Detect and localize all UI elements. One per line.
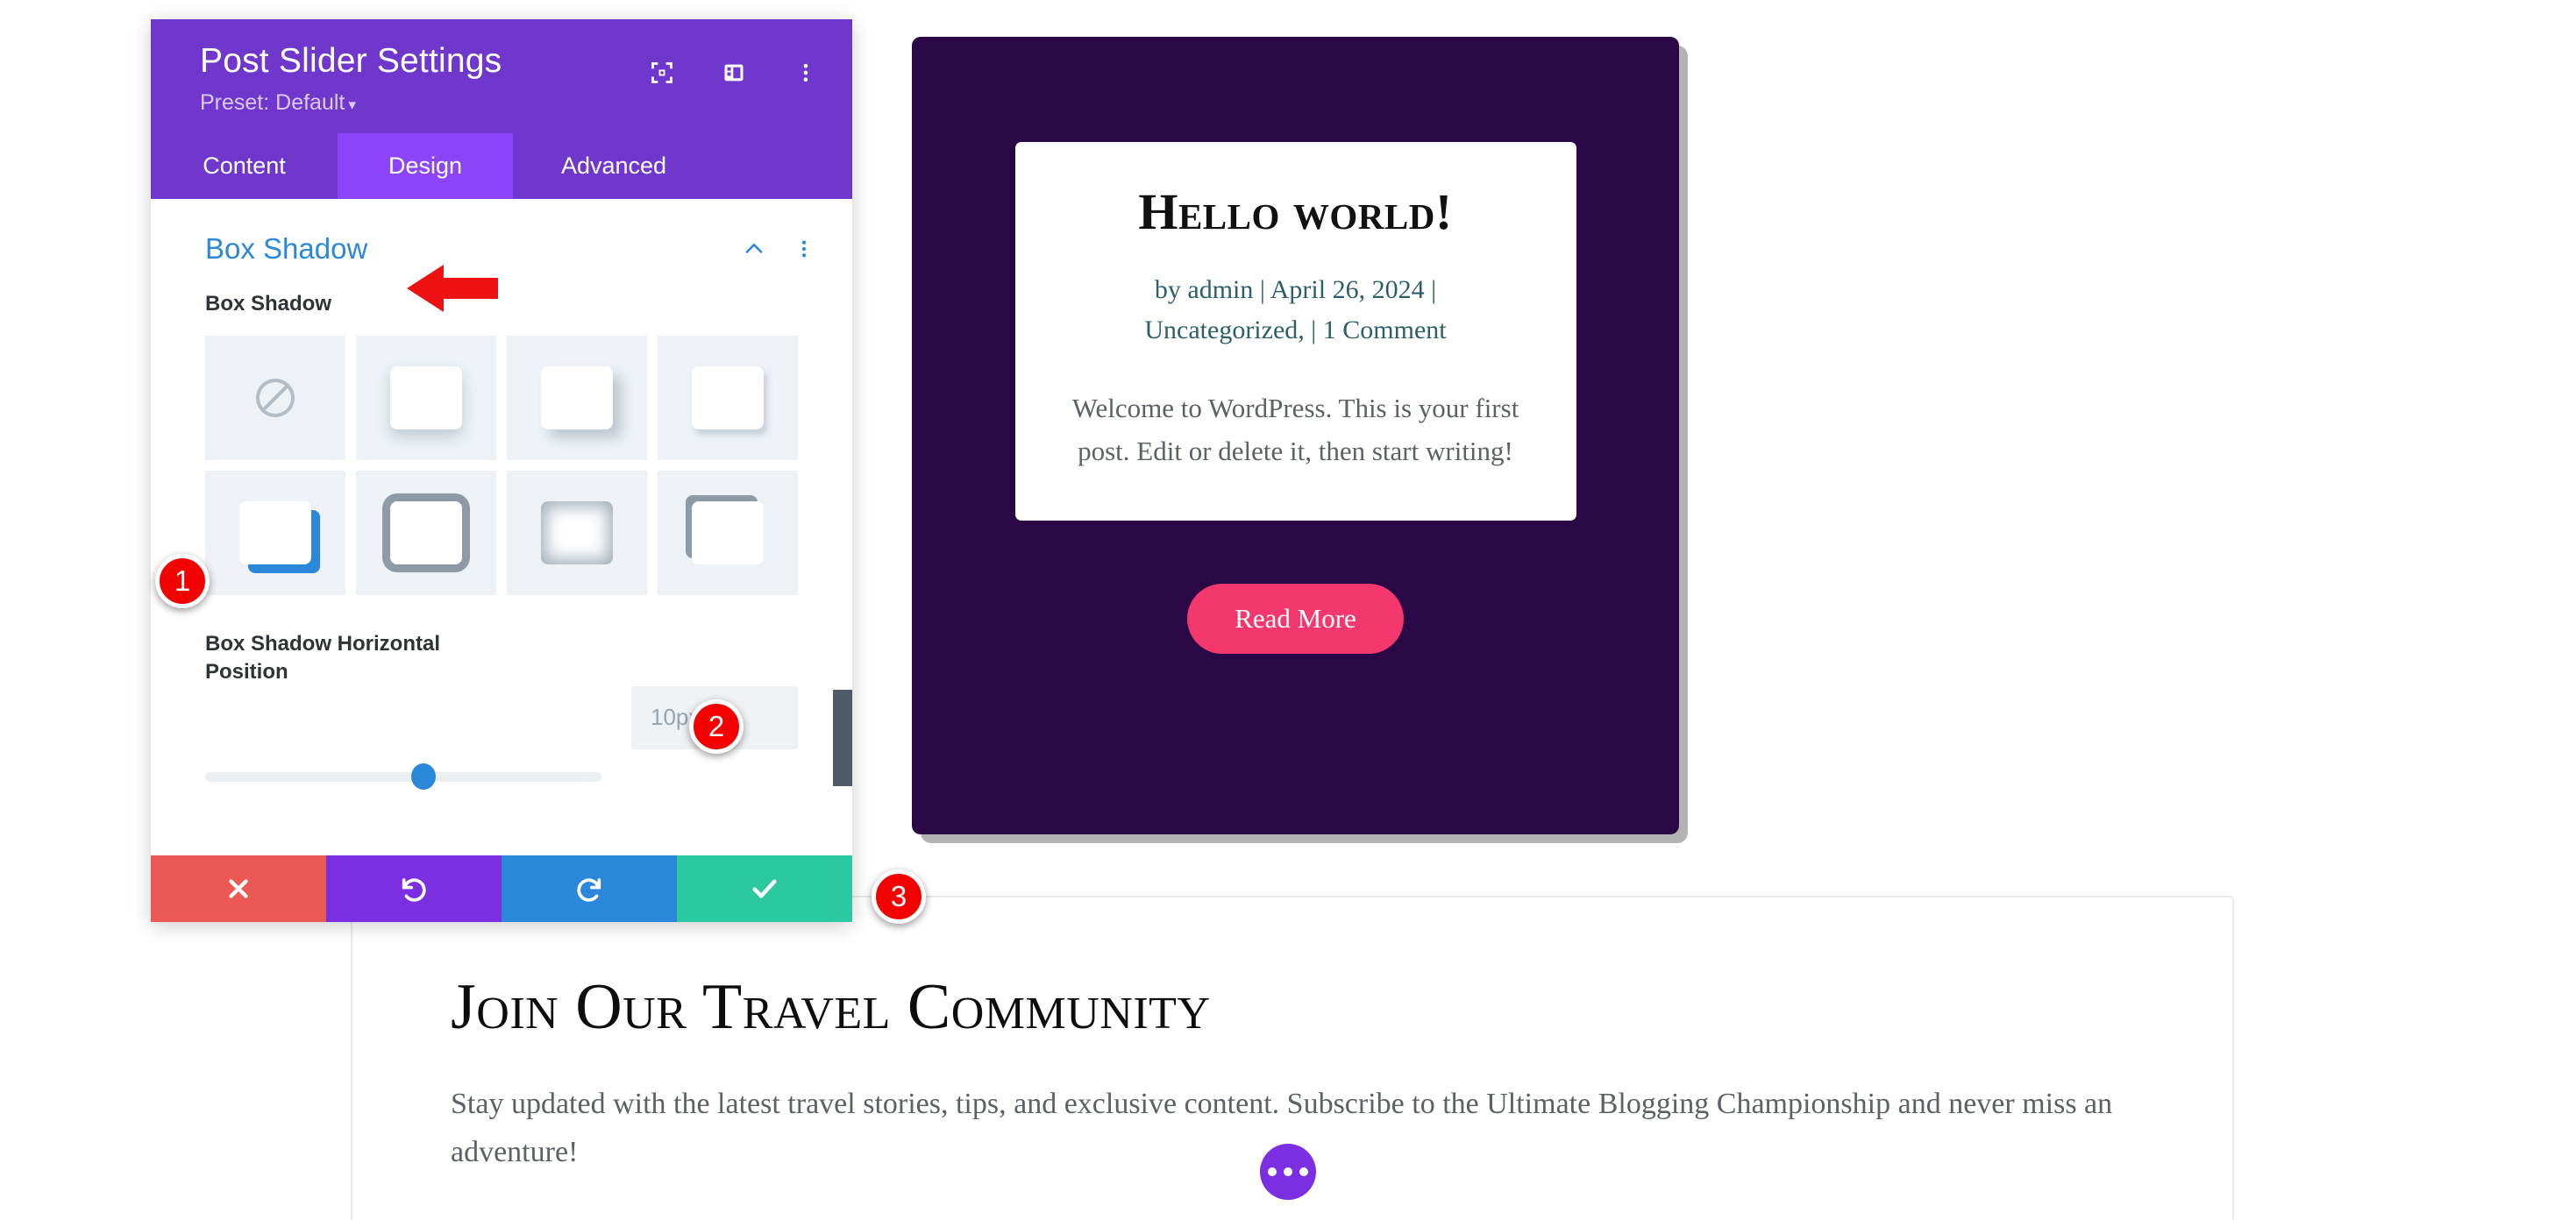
tab-advanced[interactable]: Advanced xyxy=(513,132,715,199)
section-options-icon[interactable] xyxy=(793,238,815,260)
box-shadow-field-label: Box Shadow xyxy=(205,291,332,316)
preset-swatch xyxy=(239,500,311,564)
preset-selector[interactable]: Preset: Default ▾ xyxy=(200,90,821,116)
preset-swatch xyxy=(541,365,613,429)
panel-action-bar xyxy=(151,855,852,922)
horizontal-position-label: Box Shadow Horizontal Position xyxy=(205,631,441,684)
panel-header-icons xyxy=(649,60,819,86)
read-more-button[interactable]: Read More xyxy=(1187,583,1404,654)
post-slider-settings-panel: Post Slider Settings Preset: Default ▾ C… xyxy=(151,19,852,922)
undo-button[interactable] xyxy=(326,855,502,922)
horizontal-position-slider[interactable] xyxy=(205,763,601,791)
page-top-strip xyxy=(0,0,2576,9)
content-section-title: Join Our Travel Community xyxy=(451,971,1211,1043)
preset-small-offset[interactable] xyxy=(658,335,798,460)
layout-panel-icon[interactable] xyxy=(721,60,747,86)
focus-target-icon[interactable] xyxy=(649,60,675,86)
post-slider-module[interactable]: Hello world! by admin | April 26, 2024 |… xyxy=(912,37,1679,834)
box-shadow-section-title[interactable]: Box Shadow xyxy=(205,232,367,266)
panel-tabs: Content Design Advanced xyxy=(151,132,852,199)
save-button[interactable] xyxy=(677,855,852,922)
chevron-up-icon[interactable] xyxy=(742,237,766,261)
dot-2-icon xyxy=(1284,1167,1292,1176)
tab-design[interactable]: Design xyxy=(338,132,513,199)
panel-scrollbar[interactable] xyxy=(833,689,852,786)
cancel-button[interactable] xyxy=(151,855,326,922)
preset-blue-hard-selected[interactable] xyxy=(205,470,345,595)
chevron-down-icon: ▾ xyxy=(348,96,356,113)
preset-swatch xyxy=(692,500,764,564)
annotation-badge-1: 1 xyxy=(155,554,210,608)
preset-soft-center[interactable] xyxy=(356,335,496,460)
slider-thumb[interactable] xyxy=(410,763,436,791)
post-title: Hello world! xyxy=(1138,183,1453,240)
preset-top-left-corner[interactable] xyxy=(658,470,798,595)
dot-3-icon xyxy=(1299,1167,1308,1176)
preset-bottom-right[interactable] xyxy=(507,335,647,460)
box-shadow-preset-grid xyxy=(151,316,852,595)
panel-header: Post Slider Settings Preset: Default ▾ xyxy=(151,19,852,133)
dot-1-icon xyxy=(1268,1167,1277,1176)
preset-no-shadow[interactable] xyxy=(205,335,345,460)
preset-gray-outline[interactable] xyxy=(356,470,496,595)
preset-inset-blur[interactable] xyxy=(507,470,647,595)
panel-body: Box Shadow Box Shadow Box Shadow Horizon… xyxy=(151,198,852,855)
post-meta-line-2: Uncategorized, | 1 Comment xyxy=(1144,316,1447,345)
annotation-badge-2: 2 xyxy=(689,699,744,754)
three-dots-button[interactable] xyxy=(1260,1144,1316,1200)
preset-label: Preset: Default xyxy=(200,89,345,115)
post-card: Hello world! by admin | April 26, 2024 |… xyxy=(1014,142,1576,521)
annotation-arrow-icon xyxy=(403,263,500,318)
preset-swatch xyxy=(692,365,764,429)
tab-content[interactable]: Content xyxy=(151,132,338,199)
screen-root: Hello world! by admin | April 26, 2024 |… xyxy=(0,0,2576,1220)
preset-swatch xyxy=(390,500,462,564)
horizontal-position-slider-wrap xyxy=(151,763,852,791)
box-shadow-section-header: Box Shadow xyxy=(151,199,852,266)
post-excerpt: Welcome to WordPress. This is your first… xyxy=(1071,392,1519,467)
post-meta: by admin | April 26, 2024 | Uncategorize… xyxy=(1050,270,1541,351)
no-shadow-icon xyxy=(256,378,295,417)
preset-swatch xyxy=(390,365,462,429)
post-meta-line-1: by admin | April 26, 2024 | xyxy=(1154,274,1437,304)
annotation-badge-3: 3 xyxy=(872,869,926,924)
redo-button[interactable] xyxy=(502,855,677,922)
section-controls xyxy=(742,237,815,261)
content-section-inner: Join Our Travel Community Stay updated w… xyxy=(352,897,2232,1176)
horizontal-position-row: Box Shadow Horizontal Position 10px xyxy=(151,595,852,749)
vertical-dots-icon[interactable] xyxy=(793,60,819,86)
preset-swatch xyxy=(541,500,613,564)
